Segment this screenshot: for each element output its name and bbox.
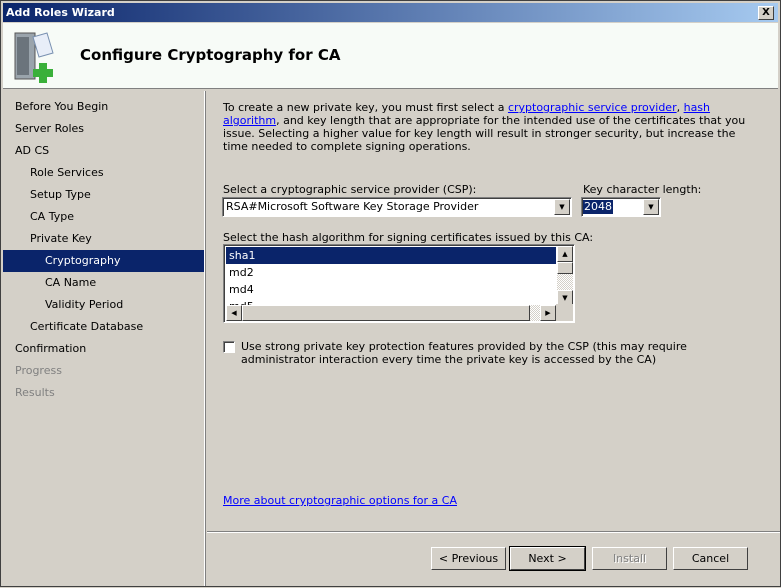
wizard-window: Add Roles Wizard X Configure Cryptograph…	[0, 0, 781, 587]
previous-button[interactable]: < Previous	[431, 547, 506, 570]
server-certificate-add-icon	[14, 32, 54, 83]
strong-protection-checkbox[interactable]	[223, 341, 235, 353]
sidebar-item-ca-name: CA Name	[45, 276, 97, 289]
chevron-down-icon[interactable]: ▼	[554, 199, 570, 215]
sidebar-item-results: Results	[15, 386, 55, 399]
strong-protection-label[interactable]: Use strong private key protection featur…	[241, 340, 761, 366]
hash-option[interactable]: md2	[226, 264, 556, 281]
content-panel: To create a new private key, you must fi…	[207, 91, 780, 588]
sidebar-item-confirmation: Confirmation	[15, 342, 87, 355]
sidebar-item-server-roles: Server Roles	[15, 122, 85, 135]
title-bar: Add Roles Wizard X	[3, 3, 778, 22]
scrollbar-corner	[556, 304, 573, 321]
intro-part: ,	[676, 101, 684, 114]
csp-select[interactable]: RSA#Microsoft Software Key Storage Provi…	[222, 197, 572, 217]
hash-label: Select the hash algorithm for signing ce…	[223, 231, 594, 244]
divider	[207, 531, 780, 533]
intro-part: To create a new private key, you must fi…	[223, 101, 508, 114]
scroll-thumb[interactable]	[557, 262, 573, 274]
csp-label: Select a cryptographic service provider …	[223, 183, 477, 196]
sidebar-item-setup-type: Setup Type	[30, 188, 91, 201]
intro-text: To create a new private key, you must fi…	[223, 101, 753, 153]
key-length-label: Key character length:	[583, 183, 702, 196]
csp-value: RSA#Microsoft Software Key Storage Provi…	[226, 200, 479, 213]
wizard-header: Configure Cryptography for CA	[3, 23, 778, 89]
hash-option[interactable]: sha1	[226, 247, 556, 264]
next-button[interactable]: Next >	[509, 546, 586, 571]
sidebar-item-validity-period: Validity Period	[45, 298, 124, 311]
hash-algorithm-list[interactable]: sha1md2md4md5 ▲ ▼ ◀ ▶	[223, 244, 575, 323]
wizard-steps: Before You Begin Server Roles AD CS Role Se…	[3, 91, 205, 586]
csp-link[interactable]: cryptographic service provider	[508, 101, 677, 114]
sidebar-item-role-services: Role Services	[30, 166, 104, 179]
chevron-down-icon[interactable]: ▼	[643, 199, 659, 215]
scroll-thumb-horizontal[interactable]	[242, 305, 530, 321]
window-title: Add Roles Wizard	[6, 6, 115, 19]
close-button[interactable]: X	[758, 6, 774, 20]
scroll-left-icon[interactable]: ◀	[226, 305, 242, 321]
vertical-scrollbar[interactable]: ▲ ▼	[557, 246, 573, 306]
more-about-cryptography-link[interactable]: More about cryptographic options for a C…	[223, 494, 457, 507]
sidebar-item-ca-type: CA Type	[30, 210, 74, 223]
sidebar-item-ad-cs: AD CS	[15, 144, 50, 157]
page-title: Configure Cryptography for CA	[80, 46, 341, 64]
cancel-button[interactable]: Cancel	[673, 547, 748, 570]
hash-option[interactable]: md4	[226, 281, 556, 298]
horizontal-scrollbar[interactable]: ◀ ▶	[226, 305, 556, 321]
scroll-up-icon[interactable]: ▲	[557, 246, 573, 262]
sidebar-item-cryptography: Cryptography	[3, 250, 204, 272]
sidebar-item-private-key: Private Key	[30, 232, 92, 245]
sidebar-item-progress: Progress	[15, 364, 62, 377]
install-button: Install	[592, 547, 667, 570]
sidebar-item-certificate-database: Certificate Database	[30, 320, 144, 333]
sidebar-item-before-you-begin: Before You Begin	[15, 100, 109, 113]
intro-part: , and key length that are appropriate fo…	[223, 114, 746, 153]
scroll-right-icon[interactable]: ▶	[540, 305, 556, 321]
key-length-value: 2048	[583, 200, 613, 214]
key-length-select[interactable]: 2048 ▼	[581, 197, 661, 217]
